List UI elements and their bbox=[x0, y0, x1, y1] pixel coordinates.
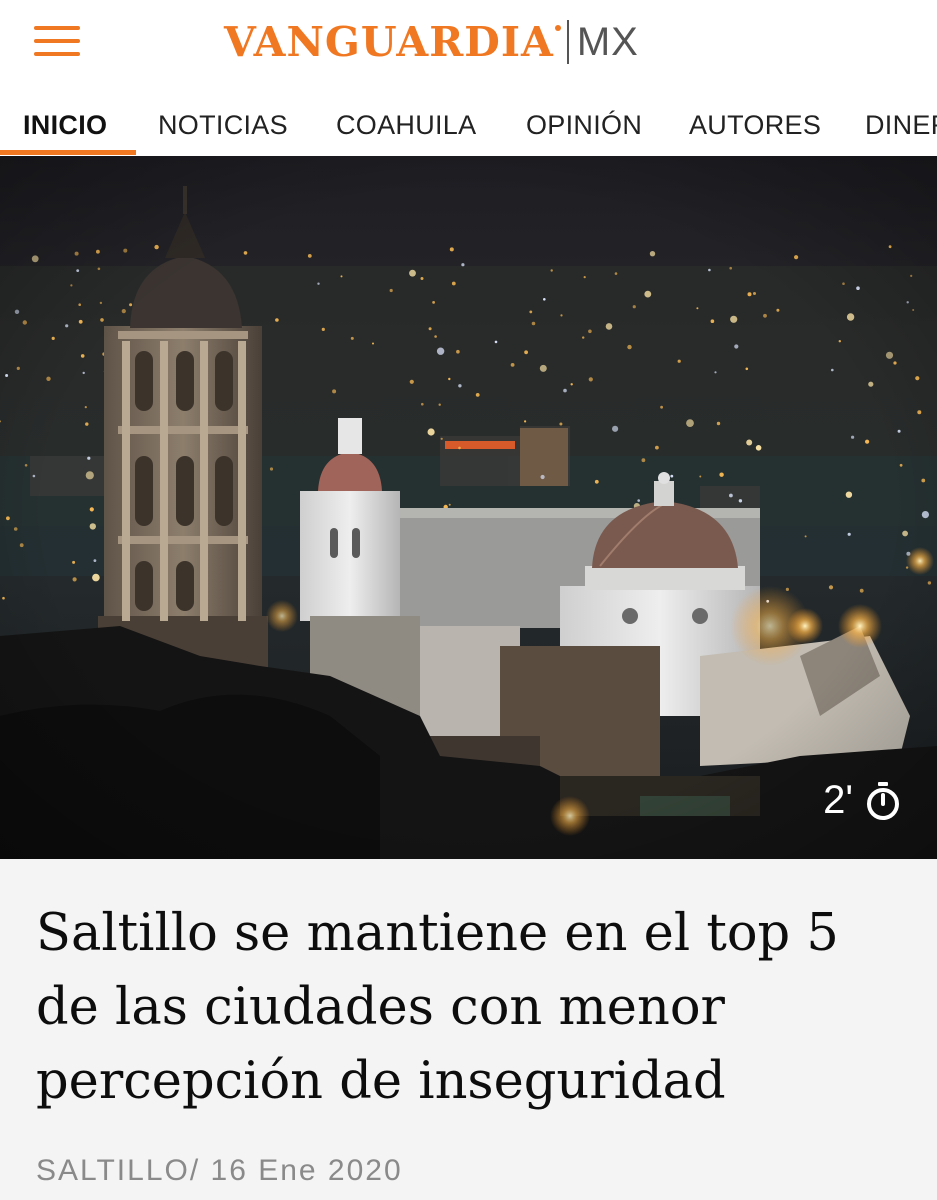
logo-dot bbox=[554, 25, 561, 31]
tab-coahuila[interactable]: COAHUILA bbox=[336, 110, 476, 141]
article-date: 16 Ene 2020 bbox=[210, 1154, 403, 1187]
tab-noticias[interactable]: NOTICIAS bbox=[158, 110, 288, 141]
night-cityscape-illustration bbox=[0, 156, 937, 859]
logo-separator bbox=[566, 20, 569, 64]
article-meta: SALTILLO/ 16 Ene 2020 bbox=[36, 1154, 403, 1188]
meta-separator: / bbox=[189, 1154, 211, 1187]
stopwatch-icon bbox=[867, 781, 899, 820]
article-summary: Saltillo se mantiene en el top 5 de las … bbox=[0, 859, 937, 1200]
read-time-value: 2' bbox=[823, 778, 853, 822]
hamburger-menu-icon[interactable] bbox=[34, 24, 80, 58]
logo-suffix: MX bbox=[576, 19, 639, 64]
tab-inicio[interactable]: INICIO bbox=[23, 110, 107, 141]
site-logo[interactable]: VANGUARDIA MX bbox=[224, 14, 639, 70]
logo-text: VANGUARDIA bbox=[224, 18, 554, 66]
top-bar: VANGUARDIA MX bbox=[0, 0, 937, 88]
tab-opinion[interactable]: OPINIÓN bbox=[526, 110, 642, 141]
article-section[interactable]: SALTILLO bbox=[36, 1154, 190, 1187]
hero-image[interactable]: 2' bbox=[0, 156, 937, 859]
section-nav: INICIO NOTICIAS COAHUILA OPINIÓN AUTORES… bbox=[0, 88, 937, 156]
tab-autores[interactable]: AUTORES bbox=[689, 110, 821, 141]
tab-dinero[interactable]: DINERO bbox=[865, 110, 937, 141]
read-time: 2' bbox=[823, 778, 901, 823]
article-headline[interactable]: Saltillo se mantiene en el top 5 de las … bbox=[36, 897, 896, 1119]
active-tab-indicator bbox=[0, 150, 136, 155]
